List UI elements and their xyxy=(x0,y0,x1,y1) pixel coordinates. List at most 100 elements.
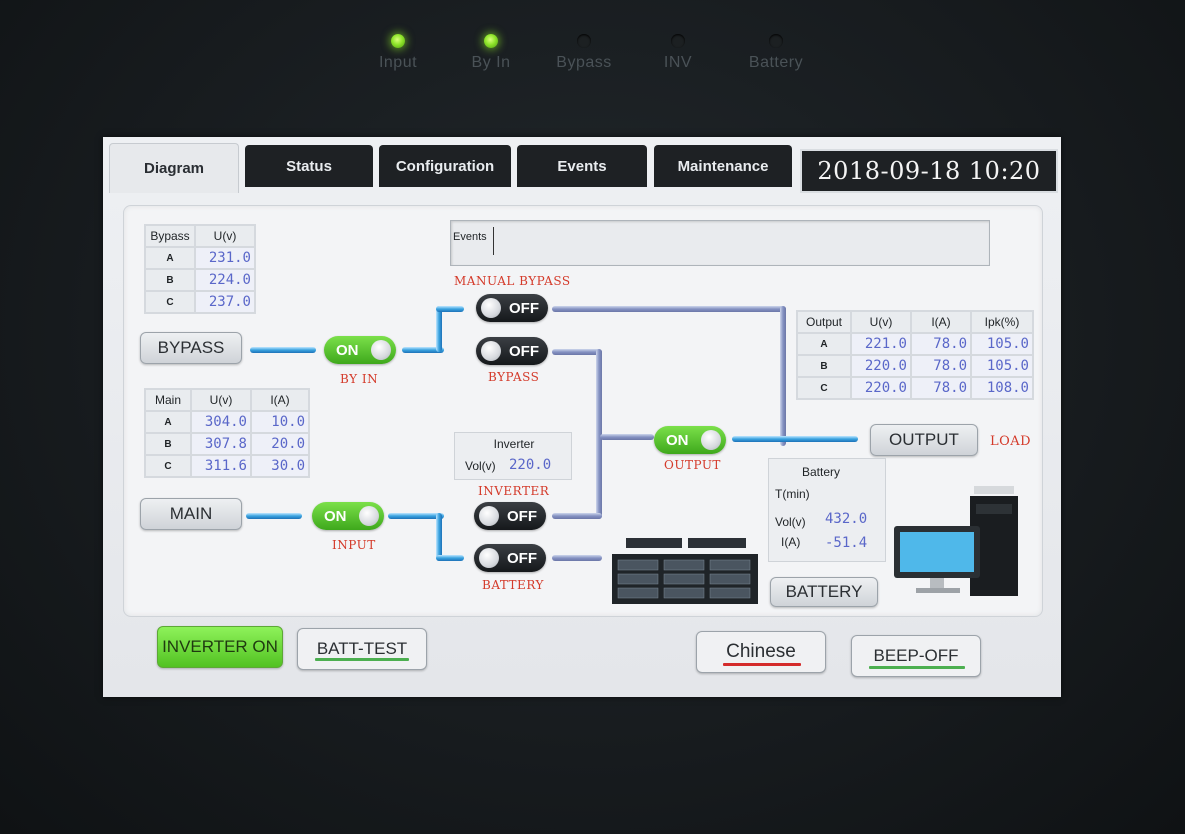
inverter-switch[interactable]: OFF xyxy=(474,502,546,530)
main-u-a: 304.0 xyxy=(192,412,250,432)
led-label: Bypass xyxy=(556,54,612,71)
battery-led-icon xyxy=(769,34,783,48)
inv-led-icon xyxy=(671,34,685,48)
inverter-wire xyxy=(552,513,602,519)
tab-events[interactable]: Events xyxy=(517,145,647,187)
by-in-label: BY IN xyxy=(340,372,379,386)
output-i-a: 78.0 xyxy=(912,334,970,354)
bypass-wire xyxy=(552,349,602,355)
main-branch-vertical xyxy=(436,513,442,561)
manual-bypass-feed xyxy=(436,306,464,312)
date-time-display: 2018-09-18 10:20 xyxy=(800,149,1058,193)
led-label: By In xyxy=(471,54,511,71)
phase-label: A xyxy=(146,248,194,268)
phase-label: C xyxy=(146,292,194,312)
touch-screen: Diagram Status Configuration Events Main… xyxy=(103,137,1061,697)
by-in-led-icon xyxy=(484,34,498,48)
inverter-on-button[interactable]: INVERTER ON xyxy=(157,626,283,668)
inverter-vol-label: Vol(v) xyxy=(465,459,496,473)
led-battery: Battery xyxy=(731,34,821,72)
load-label: LOAD xyxy=(990,434,1032,449)
phase-label: A xyxy=(798,334,850,354)
main-table-header: Main xyxy=(146,390,190,410)
input-switch-state: ON xyxy=(324,507,347,525)
output-switch[interactable]: ON xyxy=(654,426,726,454)
to-output-wire xyxy=(600,434,654,440)
output-ipk-c: 108.0 xyxy=(972,378,1032,398)
main-line xyxy=(246,513,302,519)
tab-status[interactable]: Status xyxy=(245,145,373,187)
input-switch[interactable]: ON xyxy=(312,502,384,530)
inverter-vol-value: 220.0 xyxy=(509,457,552,473)
phase-label: A xyxy=(146,412,190,432)
output-switch-state: ON xyxy=(666,431,689,449)
bypass-branch-vertical xyxy=(436,306,442,352)
phase-label: B xyxy=(146,270,194,290)
led-label: Input xyxy=(378,54,418,71)
by-in-switch-state: ON xyxy=(336,341,359,359)
tab-maintenance[interactable]: Maintenance xyxy=(654,145,792,187)
toggle-knob-icon xyxy=(479,548,499,568)
battery-rack-icon xyxy=(612,538,758,604)
phase-label: C xyxy=(798,378,850,398)
by-in-switch[interactable]: ON xyxy=(324,336,396,364)
output-ipk-a: 105.0 xyxy=(972,334,1032,354)
toggle-knob-icon xyxy=(359,506,379,526)
bypass-switch[interactable]: OFF xyxy=(476,337,548,365)
main-table-header: U(v) xyxy=(192,390,250,410)
bypass-table: Bypass U(v) A 231.0 B 224.0 C 237.0 xyxy=(144,224,256,314)
bypass-table-header: U(v) xyxy=(196,226,254,246)
text-cursor xyxy=(493,227,494,255)
manual-bypass-down-wire xyxy=(780,306,786,446)
toggle-knob-icon xyxy=(481,298,501,318)
phase-label: B xyxy=(146,434,190,454)
output-table-header: Ipk(%) xyxy=(972,312,1032,332)
battery-vol-value: 432.0 xyxy=(825,511,868,527)
battery-title: Battery xyxy=(801,465,840,479)
toggle-knob-icon xyxy=(701,430,721,450)
led-label: INV xyxy=(663,54,693,71)
toggle-knob-icon xyxy=(481,341,501,361)
main-i-b: 20.0 xyxy=(252,434,308,454)
led-inv: INV xyxy=(633,34,723,72)
phase-label: B xyxy=(798,356,850,376)
battery-feed xyxy=(436,555,464,561)
output-table-header: Output xyxy=(798,312,850,332)
inverter-label: INVERTER xyxy=(478,484,550,498)
bypass-button[interactable]: BYPASS xyxy=(140,332,242,364)
battery-switch[interactable]: OFF xyxy=(474,544,546,572)
output-u-a: 221.0 xyxy=(852,334,910,354)
main-i-a: 10.0 xyxy=(252,412,308,432)
bypass-u-c: 237.0 xyxy=(196,292,254,312)
bypass-led-icon xyxy=(577,34,591,48)
output-ipk-b: 105.0 xyxy=(972,356,1032,376)
inverter-title: Inverter xyxy=(493,437,535,451)
battery-t-label: T(min) xyxy=(775,487,810,501)
output-button[interactable]: OUTPUT xyxy=(870,424,978,456)
led-bypass: Bypass xyxy=(539,34,629,72)
beep-off-underline xyxy=(869,666,965,669)
batt-test-underline xyxy=(315,658,409,661)
beep-off-button[interactable]: BEEP-OFF xyxy=(851,635,981,677)
chinese-language-button[interactable]: Chinese xyxy=(696,631,826,673)
input-led-icon xyxy=(391,34,405,48)
battery-vol-label: Vol(v) xyxy=(775,515,806,529)
tab-configuration[interactable]: Configuration xyxy=(379,145,511,187)
events-box[interactable]: Events xyxy=(450,220,990,266)
output-i-b: 78.0 xyxy=(912,356,970,376)
events-label: Events xyxy=(453,231,487,243)
inverter-switch-state: OFF xyxy=(507,507,537,525)
bypass-u-a: 231.0 xyxy=(196,248,254,268)
manual-bypass-switch[interactable]: OFF xyxy=(476,294,548,322)
battery-button[interactable]: BATTERY xyxy=(770,577,878,607)
inverter-info-box: Inverter Vol(v) 220.0 xyxy=(454,432,572,480)
main-button[interactable]: MAIN xyxy=(140,498,242,530)
bypass-label: BYPASS xyxy=(488,370,540,384)
output-u-c: 220.0 xyxy=(852,378,910,398)
manual-bypass-switch-state: OFF xyxy=(509,299,539,317)
battery-i-label: I(A) xyxy=(781,535,801,549)
output-table-header: I(A) xyxy=(912,312,970,332)
tab-diagram[interactable]: Diagram xyxy=(109,143,239,193)
batt-test-button[interactable]: BATT-TEST xyxy=(297,628,427,670)
bypass-table-header: Bypass xyxy=(146,226,194,246)
